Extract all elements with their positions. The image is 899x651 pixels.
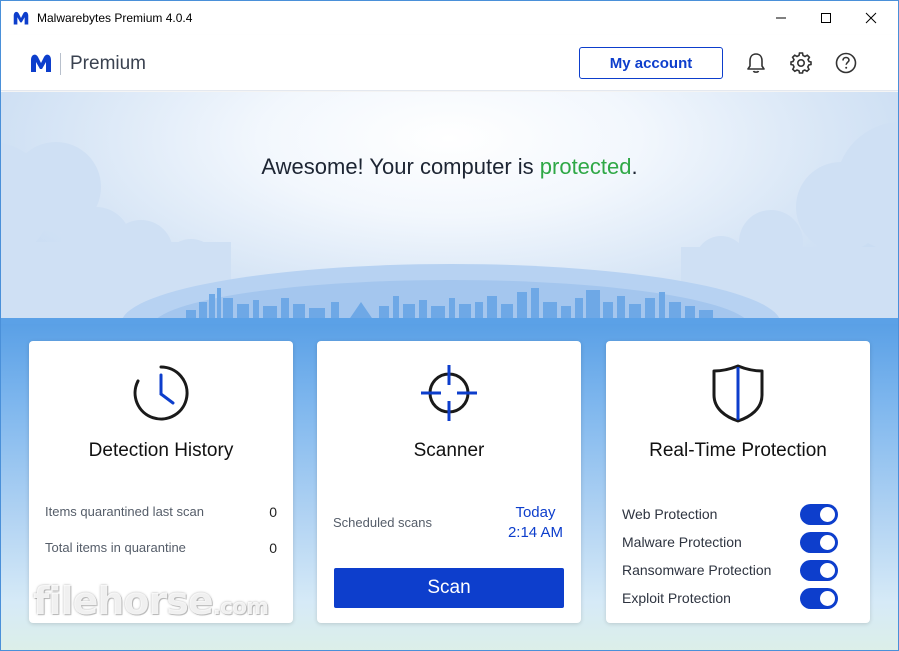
app-window: Malwarebytes Premium 4.0.4 Premium My ac… [0, 0, 899, 651]
maximize-icon [821, 13, 831, 23]
protection-status-headline: Awesome! Your computer is protected. [1, 154, 898, 180]
close-icon [865, 12, 877, 24]
scheduled-time: 2:14 AM [507, 524, 563, 541]
stat-label: Total items in quarantine [45, 540, 186, 555]
toggle-knob [820, 591, 835, 606]
stat-row-total-quarantine: Total items in quarantine 0 [45, 540, 277, 556]
close-button[interactable] [848, 1, 894, 35]
toggle-knob [820, 563, 835, 578]
gear-icon [790, 52, 812, 74]
exploit-protection-row: Exploit Protection [622, 588, 854, 610]
watermark-domain: .com [212, 595, 269, 620]
card-icon-wrap [317, 361, 581, 425]
ransomware-protection-row: Ransomware Protection [622, 560, 854, 582]
maximize-button[interactable] [803, 1, 849, 35]
stat-row-last-scan: Items quarantined last scan 0 [45, 504, 277, 520]
title-bar: Malwarebytes Premium 4.0.4 [1, 1, 898, 35]
card-icon-wrap [606, 361, 870, 425]
help-button[interactable] [834, 51, 858, 75]
protection-label: Exploit Protection [622, 590, 731, 606]
detection-history-title: Detection History [88, 440, 234, 461]
malware-protection-row: Malware Protection [622, 532, 854, 554]
protection-label: Ransomware Protection [622, 562, 772, 578]
shield-icon [712, 364, 764, 423]
window-title: Malwarebytes Premium 4.0.4 [37, 11, 193, 25]
notifications-button[interactable] [744, 51, 768, 75]
web-protection-toggle[interactable] [800, 504, 838, 525]
headline-suffix: . [631, 154, 638, 179]
scheduled-day: Today [515, 504, 556, 521]
filehorse-watermark: filehorse.com [33, 579, 269, 623]
scanner-card[interactable]: Scanner Scheduled scans Today 2:14 AM Sc… [317, 341, 581, 623]
scanner-title: Scanner [413, 440, 485, 461]
web-protection-row: Web Protection [622, 504, 854, 526]
malwarebytes-logo-icon [13, 11, 29, 25]
stat-label: Items quarantined last scan [45, 504, 204, 519]
stat-value: 0 [269, 504, 277, 520]
bell-icon [747, 53, 765, 73]
protection-label: Web Protection [622, 506, 718, 522]
minimize-icon [776, 17, 786, 19]
help-icon [835, 52, 857, 74]
card-icon-wrap [29, 361, 293, 425]
product-name: Premium [70, 53, 147, 74]
exploit-protection-toggle[interactable] [800, 588, 838, 609]
settings-button[interactable] [789, 51, 813, 75]
scheduled-scans-link[interactable]: Today 2:14 AM [508, 503, 563, 543]
real-time-protection-card[interactable]: Real-Time Protection Web Protection Malw… [606, 341, 870, 623]
toggle-knob [820, 535, 835, 550]
watermark-name: filehorse [33, 579, 214, 623]
sky-city-illustration [1, 122, 898, 324]
app-header: Premium My account [1, 35, 898, 91]
crosshair-icon [421, 365, 477, 421]
status-hero: Awesome! Your computer is protected. [1, 92, 898, 324]
malwarebytes-logo-icon [31, 54, 51, 72]
toggle-knob [820, 507, 835, 522]
headline-status: protected [539, 154, 632, 179]
malware-protection-toggle[interactable] [800, 532, 838, 553]
headline-prefix: Awesome! Your computer is [261, 154, 540, 179]
real-time-protection-title: Real-Time Protection [649, 440, 827, 461]
minimize-button[interactable] [758, 1, 804, 35]
ransomware-protection-toggle[interactable] [800, 560, 838, 581]
scan-button[interactable]: Scan [334, 568, 564, 608]
clock-icon [133, 365, 189, 421]
protection-label: Malware Protection [622, 534, 742, 550]
stat-value: 0 [269, 540, 277, 556]
my-account-button[interactable]: My account [579, 47, 723, 79]
header-divider [60, 53, 61, 75]
scheduled-scans-label: Scheduled scans [333, 515, 433, 530]
